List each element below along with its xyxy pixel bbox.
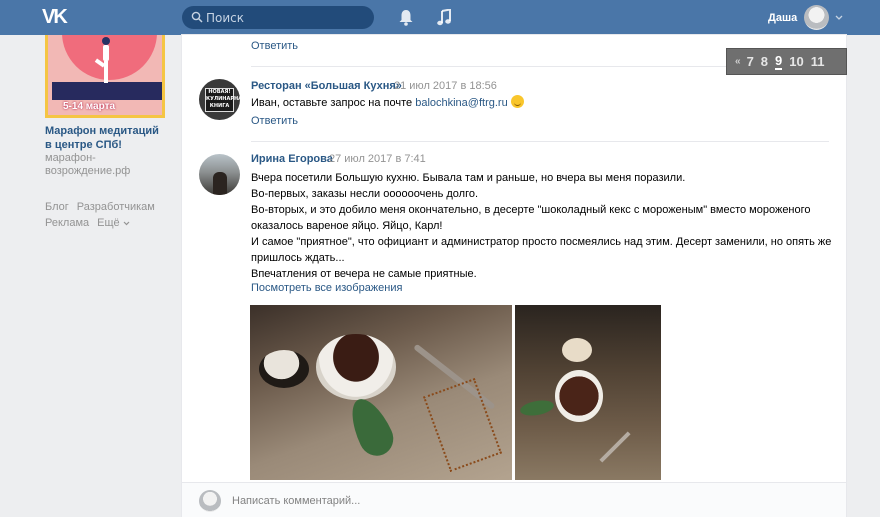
pagination-page-current[interactable]: 9 <box>775 53 783 70</box>
footer-link-more[interactable]: Ещё <box>97 215 130 231</box>
search-input[interactable] <box>204 6 369 29</box>
vk-logo[interactable]: VK <box>42 7 72 27</box>
comment-time[interactable]: 21 июл 2017 в 18:56 <box>394 80 497 92</box>
user-name: Даша <box>768 11 798 24</box>
comment-line: И самое "приятное", что официант и админ… <box>251 236 832 248</box>
comment-line: Впечатления от вечера не самые приятные. <box>251 268 477 280</box>
comment-author[interactable]: Ирина Егорова <box>251 153 333 165</box>
comment-photo[interactable] <box>250 305 512 480</box>
pagination-page[interactable]: 11 <box>811 54 825 69</box>
comment-text: Иван, оставьте запрос на почте balochkin… <box>251 95 524 111</box>
ramekin <box>555 370 603 422</box>
comment-line: оказалось вареное яйцо. Яйцо, Карл! <box>251 220 443 232</box>
comment-line: Вчера посетили Большую кухню. Бывала там… <box>251 172 686 184</box>
pagination-prev[interactable]: « <box>735 56 741 67</box>
ramekin <box>316 334 396 400</box>
reply-link[interactable]: Ответить <box>251 40 298 52</box>
avatar <box>199 490 221 512</box>
footer-links: Блог Разработчикам Реклама Ещё <box>45 199 175 231</box>
reply-link[interactable]: Ответить <box>251 115 298 127</box>
email-link[interactable]: balochkina@ftrg.ru <box>415 97 508 109</box>
avatar <box>804 5 830 30</box>
divider <box>251 141 829 142</box>
comment-photo[interactable] <box>515 305 661 480</box>
chevron-down-icon <box>835 15 843 20</box>
comment-line: Во-вторых, и это добило меня окончательн… <box>251 204 811 216</box>
user-menu[interactable]: Даша <box>768 5 843 30</box>
search-icon <box>191 11 203 23</box>
yoga-figure <box>94 37 111 83</box>
footer-link-ads[interactable]: Реклама <box>45 215 89 231</box>
comment-text: Вчера посетили Большую кухню. Бывала там… <box>251 170 841 282</box>
pagination: « 7 8 9 10 11 <box>726 48 847 75</box>
search-box[interactable] <box>182 6 374 29</box>
show-all-images-link[interactable]: Посмотреть все изображения <box>251 282 402 294</box>
footer-link-developers[interactable]: Разработчикам <box>77 199 155 215</box>
comment-time[interactable]: 27 июл 2017 в 7:41 <box>329 153 426 165</box>
avatar-sign: НОВАЯ! КУЛИНАРНАЯ КНИГА <box>205 88 240 112</box>
comment-author[interactable]: Ресторан «Большая Кухня» <box>251 80 402 92</box>
ad-title[interactable]: Марафон медитаций в центре СПб! <box>45 124 165 152</box>
avatar-figure <box>213 172 227 195</box>
spoon <box>599 431 631 463</box>
pagination-page[interactable]: 8 <box>761 54 768 69</box>
comment-text-prefix: Иван, оставьте запрос на почте <box>251 97 416 109</box>
mint-leaf <box>519 398 555 418</box>
ice-cream-scoop <box>562 338 592 362</box>
comment-line: пришлось ждать... <box>251 252 345 264</box>
footer-link-more-label: Ещё <box>97 217 120 229</box>
wink-smile-icon <box>510 95 524 108</box>
ice-cream-scoop <box>259 350 309 388</box>
comment-bar <box>182 482 846 517</box>
music-icon[interactable] <box>437 9 452 26</box>
bell-icon[interactable] <box>398 9 414 26</box>
ad-domain[interactable]: марафон-возрождение.рф <box>45 152 165 178</box>
caramel-decoration <box>422 378 503 472</box>
footer-link-blog[interactable]: Блог <box>45 199 69 215</box>
avatar[interactable] <box>199 154 240 195</box>
ad-image[interactable]: 5-14 марта <box>45 35 165 118</box>
avatar[interactable]: НОВАЯ! КУЛИНАРНАЯ КНИГА <box>199 79 240 120</box>
mint-leaf <box>342 392 400 462</box>
comment-line: Во-первых, заказы несли оооооочень долго… <box>251 188 479 200</box>
top-bar: VK Даша <box>0 0 880 35</box>
pagination-page[interactable]: 10 <box>789 54 803 69</box>
pagination-page[interactable]: 7 <box>747 54 754 69</box>
ad-image-date: 5-14 марта <box>63 101 116 112</box>
comment-input[interactable] <box>232 490 812 512</box>
chevron-down-icon <box>123 221 130 226</box>
ad-image-mat <box>52 82 162 100</box>
